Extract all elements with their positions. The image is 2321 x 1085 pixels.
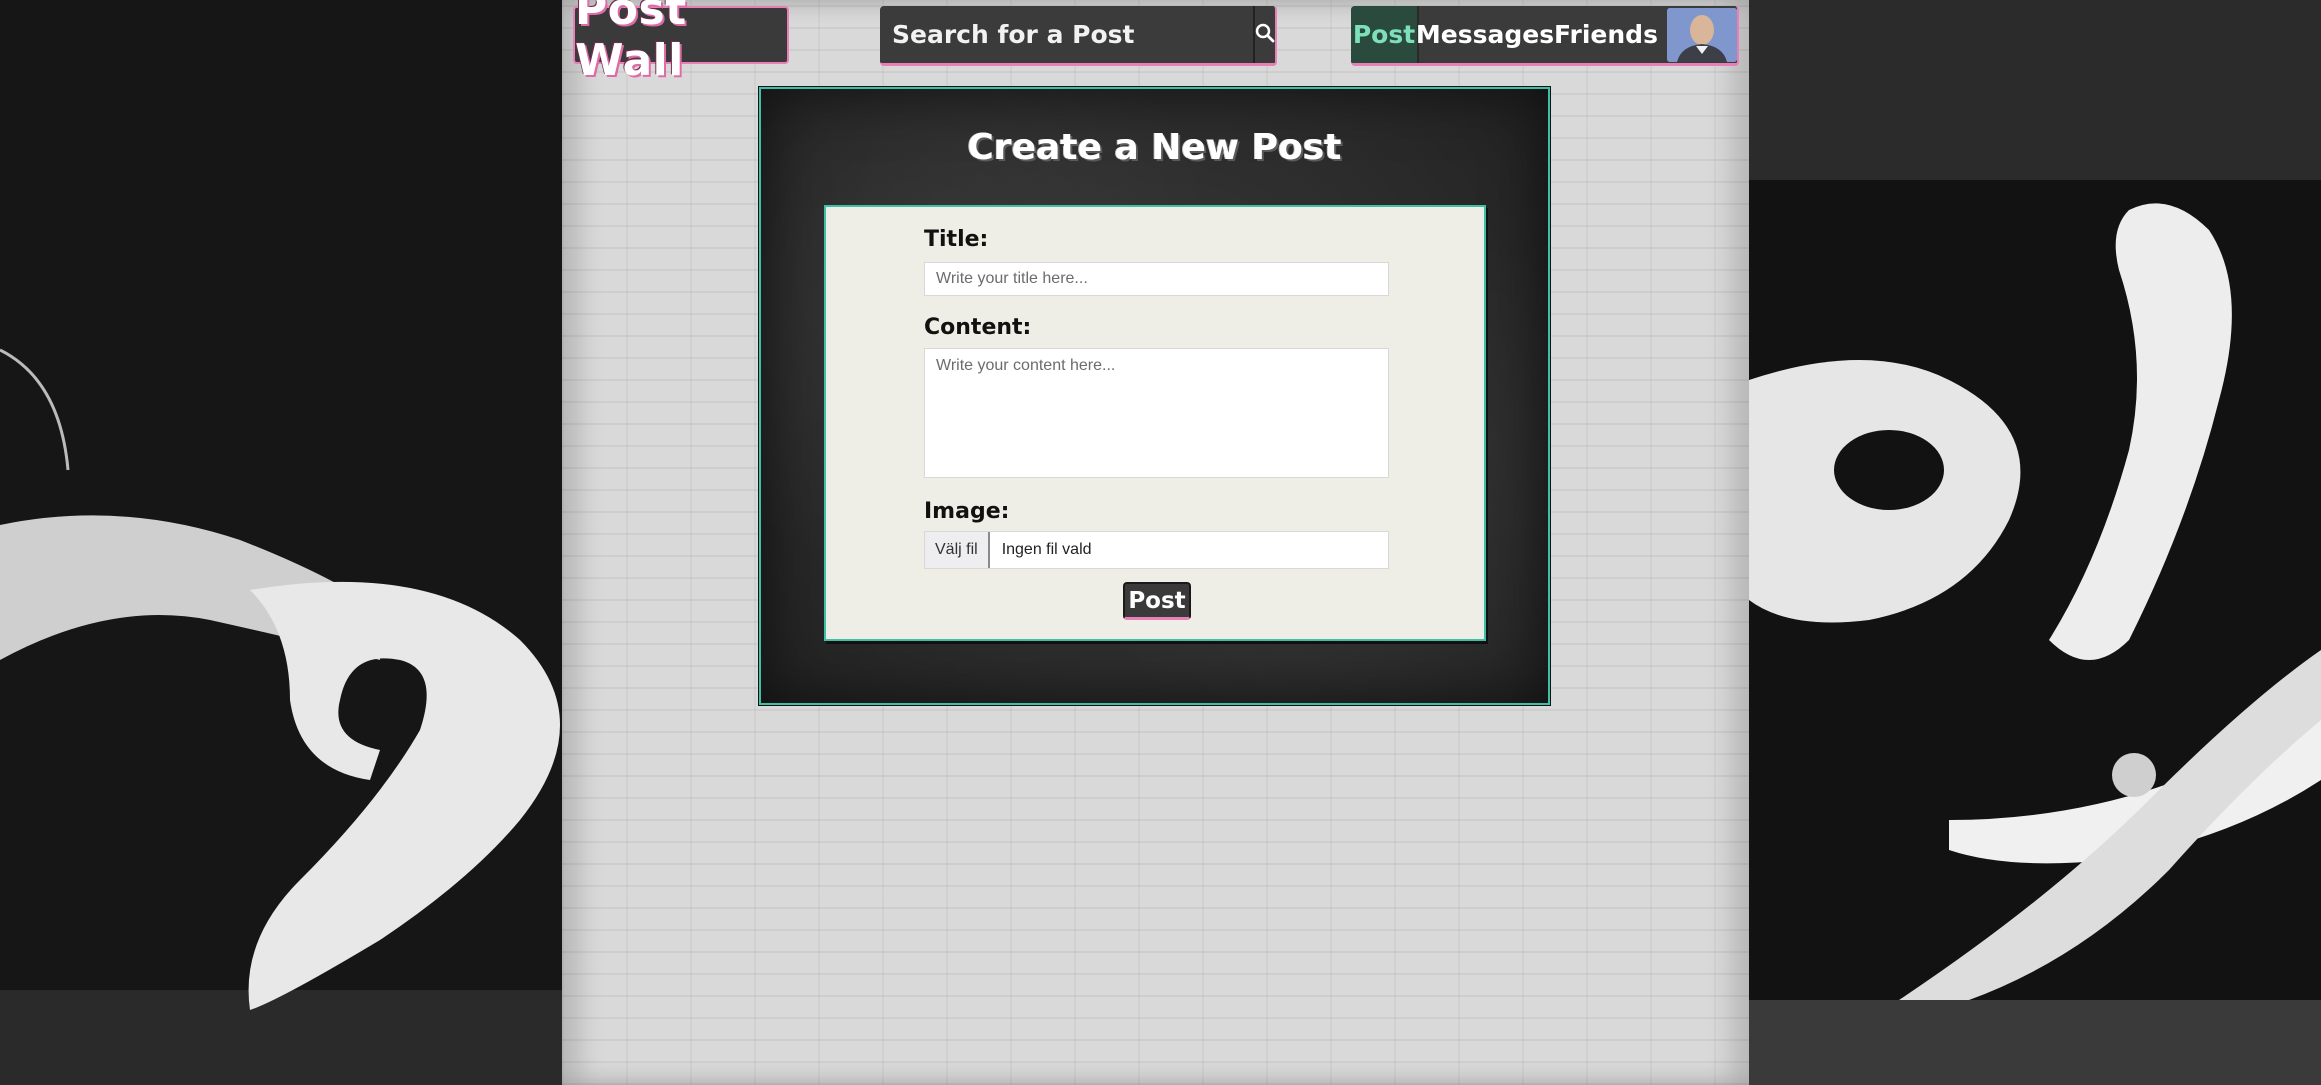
avatar-icon	[1667, 7, 1737, 62]
content-label: Content:	[924, 315, 1032, 340]
page-title: Create a New Post	[967, 127, 1342, 168]
search-icon	[1255, 23, 1275, 47]
site-logo[interactable]: Post Wall	[573, 0, 789, 86]
title-label: Title:	[924, 227, 989, 252]
background-art-left	[0, 0, 562, 1085]
search-button[interactable]	[1253, 6, 1275, 63]
create-post-card: Create a New Post Title: Content: Image:…	[759, 87, 1550, 705]
nav-post[interactable]: Post	[1351, 6, 1417, 63]
search-input[interactable]	[880, 6, 1253, 63]
street-art-right	[1749, 0, 2321, 1085]
title-input[interactable]	[924, 262, 1389, 296]
main-nav: Post Messages Friends	[1351, 6, 1739, 66]
user-avatar[interactable]	[1667, 7, 1737, 62]
nav-messages[interactable]: Messages	[1416, 6, 1554, 63]
submit-post-button[interactable]: Post	[1123, 582, 1191, 620]
post-form: Title: Content: Image: Välj fil Ingen fi…	[824, 205, 1486, 641]
content-textarea[interactable]	[924, 348, 1389, 478]
file-status: Ingen fil vald	[1001, 541, 1092, 558]
image-file-input[interactable]: Välj fil Ingen fil vald	[924, 531, 1389, 569]
background-art-right	[1749, 0, 2321, 1085]
choose-file-button[interactable]: Välj fil	[925, 532, 990, 568]
search-bar	[880, 6, 1277, 66]
image-label: Image:	[924, 499, 1010, 524]
street-art-left	[0, 0, 562, 1085]
nav-friends[interactable]: Friends	[1551, 6, 1661, 63]
